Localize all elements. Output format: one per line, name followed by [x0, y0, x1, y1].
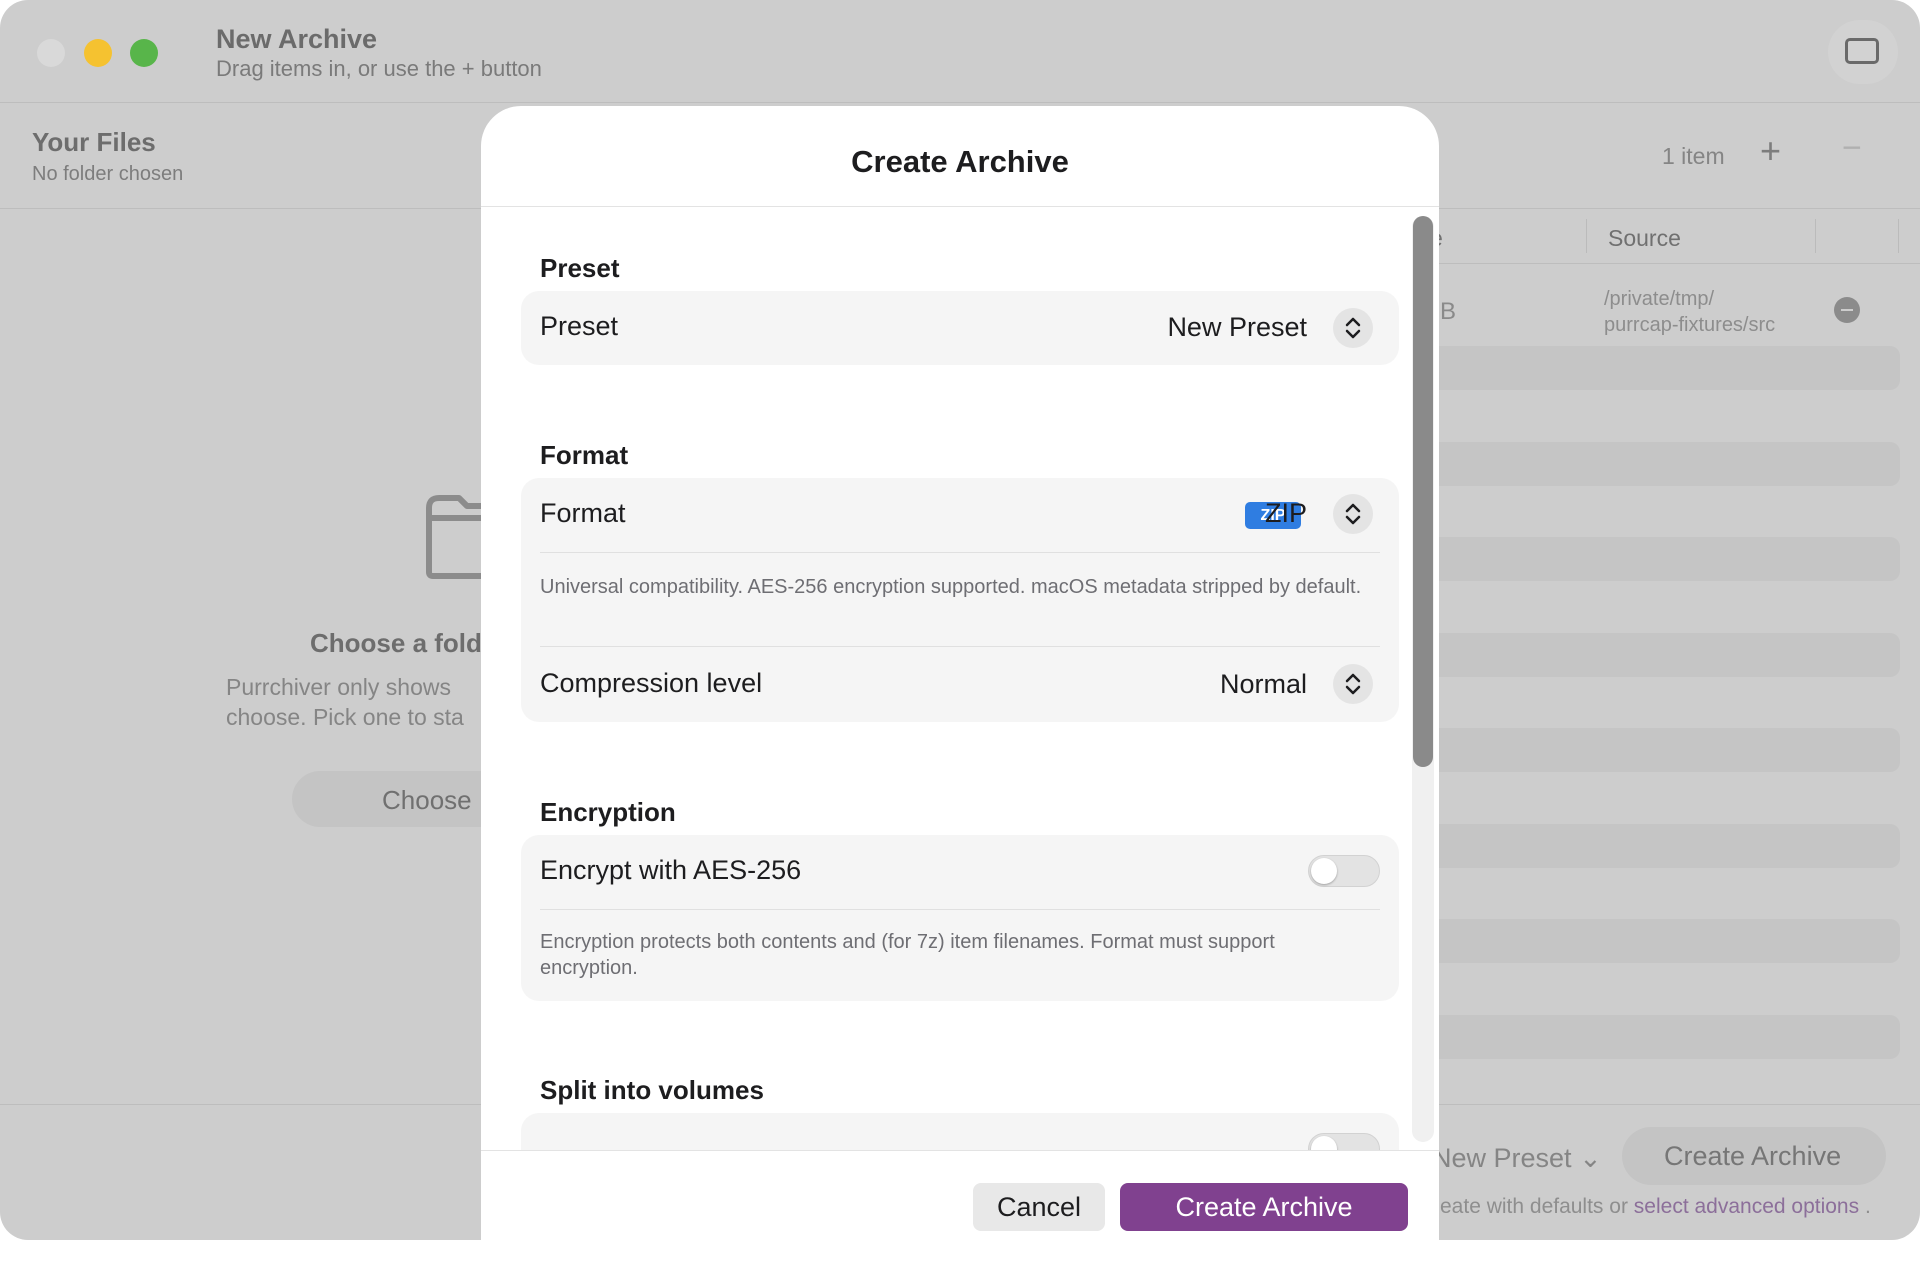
preset-card: Preset New Preset: [521, 291, 1399, 365]
table-row: [1420, 824, 1900, 868]
toggle-knob: [1311, 858, 1337, 884]
create-archive-toolbar-label: Create Archive: [1664, 1141, 1842, 1171]
encryption-section-heading: Encryption: [540, 797, 676, 827]
preset-popup[interactable]: New Preset ⌄: [1432, 1143, 1602, 1174]
files-subtitle: No folder chosen: [32, 163, 184, 185]
format-label: Format: [540, 498, 626, 528]
cancel-button[interactable]: Cancel: [973, 1183, 1105, 1231]
preset-select-stepper[interactable]: [1333, 308, 1373, 348]
row-source: /private/tmp/ purrcap-fixtures/src: [1604, 286, 1775, 338]
table-row: [1420, 346, 1900, 390]
format-section-heading: Format: [540, 440, 629, 470]
preset-popup-label: New Preset: [1432, 1143, 1572, 1173]
window-subtitle: Drag items in, or use the + button: [216, 56, 542, 81]
create-archive-button-label: Create Archive: [1175, 1192, 1353, 1222]
sidebar-toggle-button[interactable]: [1828, 20, 1898, 84]
footer-note: eate with defaults or select advanced op…: [1440, 1195, 1871, 1219]
encryption-description: Encryption protects both contents and (f…: [540, 931, 1275, 979]
empty-state-description: Purrchiver only shows choose. Pick one t…: [226, 672, 464, 732]
table-row: [1420, 1015, 1900, 1059]
preset-label: Preset: [540, 311, 619, 341]
advanced-options-link[interactable]: select advanced options: [1634, 1195, 1859, 1218]
preset-section-heading: Preset: [540, 253, 620, 283]
chevron-down-icon: ⌄: [1579, 1143, 1602, 1173]
preset-value[interactable]: New Preset: [1167, 312, 1307, 343]
empty-state-line: choose. Pick one to sta: [226, 704, 464, 730]
encrypt-toggle[interactable]: [1308, 855, 1380, 887]
column-divider[interactable]: [1586, 219, 1587, 253]
split-card: [521, 1113, 1399, 1150]
format-select-stepper[interactable]: [1333, 494, 1373, 534]
format-value[interactable]: ZIP: [1265, 498, 1307, 529]
table-row: [1420, 919, 1900, 963]
empty-state-title: Choose a fold: [310, 628, 482, 658]
maximize-window-button[interactable]: [130, 39, 158, 67]
format-description: Universal compatibility. AES-256 encrypt…: [540, 576, 1362, 598]
table-row: [1420, 442, 1900, 486]
sheet-scroll-area[interactable]: Preset Preset New Preset Format Format Z…: [481, 207, 1439, 1150]
create-archive-toolbar-button[interactable]: Create Archive: [1622, 1127, 1886, 1185]
item-count: 1 item: [1662, 143, 1725, 169]
create-archive-sheet: Create Archive Preset Preset New Preset …: [481, 106, 1439, 1264]
divider: [540, 552, 1380, 553]
footer-note-text: eate with defaults or: [1440, 1195, 1628, 1218]
encrypt-label: Encrypt with AES-256: [540, 855, 802, 885]
choose-folder-label: Choose: [382, 785, 472, 815]
close-window-button[interactable]: [37, 39, 65, 67]
remove-item-button[interactable]: −: [1842, 131, 1862, 165]
sheet-header: Create Archive: [481, 106, 1439, 207]
minimize-window-button[interactable]: [84, 39, 112, 67]
encryption-card: Encrypt with AES-256 Encryption protects…: [521, 835, 1399, 1001]
row-size: B: [1440, 298, 1457, 325]
title-bar: New Archive Drag items in, or use the + …: [0, 0, 1920, 103]
sheet-title: Create Archive: [851, 144, 1069, 179]
window-title: New Archive: [216, 24, 378, 54]
chevron-up-down-icon: [1345, 317, 1361, 339]
create-archive-button[interactable]: Create Archive: [1120, 1183, 1408, 1231]
column-divider[interactable]: [1815, 219, 1816, 253]
cancel-button-label: Cancel: [996, 1192, 1082, 1222]
compression-level-value[interactable]: Normal: [1220, 669, 1307, 700]
divider: [540, 909, 1380, 910]
sheet-footer: Cancel Create Archive: [481, 1150, 1439, 1264]
scrollbar-thumb[interactable]: [1413, 216, 1433, 767]
table-row: [1420, 728, 1900, 772]
split-section-heading: Split into volumes: [540, 1075, 764, 1105]
table-row: [1420, 633, 1900, 677]
chevron-up-down-icon: [1345, 503, 1361, 525]
footer-note-period: .: [1864, 1195, 1871, 1218]
table-row: [1420, 537, 1900, 581]
row-source-line2: purrcap-fixtures/src: [1604, 314, 1776, 336]
compression-select-stepper[interactable]: [1333, 664, 1373, 704]
remove-row-button[interactable]: [1834, 297, 1860, 323]
column-divider[interactable]: [1898, 219, 1899, 253]
compression-level-label: Compression level: [540, 668, 763, 698]
divider: [540, 646, 1380, 647]
chevron-up-down-icon: [1345, 673, 1361, 695]
split-toggle[interactable]: [1308, 1133, 1380, 1150]
empty-state-line: Purrchiver only shows: [226, 674, 451, 700]
toggle-knob: [1311, 1136, 1337, 1150]
sidebar-icon: [1845, 38, 1879, 64]
format-card: Format ZIP ZIP Universal compatibility. …: [521, 478, 1399, 722]
row-source-line1: /private/tmp/: [1604, 288, 1715, 310]
add-item-button[interactable]: +: [1760, 133, 1781, 169]
column-header-source[interactable]: Source: [1608, 225, 1681, 252]
files-title: Your Files: [32, 127, 156, 157]
table-header: e Source: [1420, 209, 1920, 264]
